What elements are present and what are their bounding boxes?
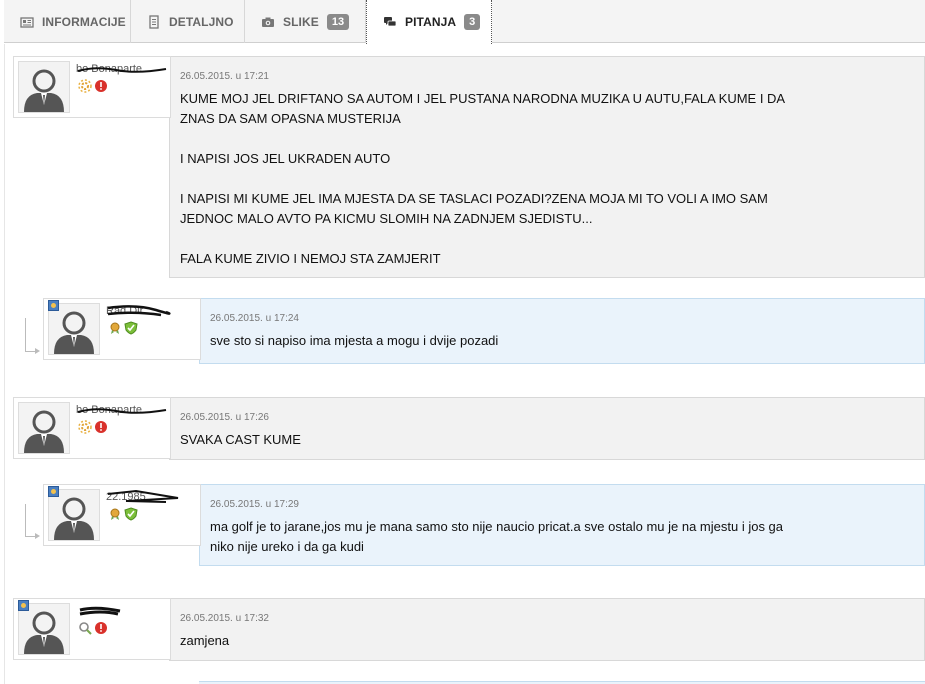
rank-icon — [18, 600, 29, 611]
redaction-scribble — [107, 305, 171, 317]
user-card — [13, 598, 171, 660]
medal-badge-icon — [110, 508, 120, 520]
avatar[interactable] — [18, 61, 70, 113]
redaction-scribble — [107, 489, 179, 503]
medal-badge-icon — [110, 322, 120, 334]
user-card: bo Bonaparte — [13, 397, 171, 459]
document-icon — [147, 14, 161, 29]
post-date: 26.05.2015. u 17:24 — [210, 313, 299, 324]
user-badges — [78, 420, 108, 434]
reply-connector — [25, 318, 36, 352]
post-date: 26.05.2015. u 17:29 — [210, 499, 299, 510]
post-bubble: 26.05.2015. u 17:24 sve sto si napiso im… — [199, 298, 925, 364]
tab-bar: INFORMACIJE DETALJNO SLIKE 13 PITANJA 3 — [4, 0, 925, 44]
verified-shield-icon — [124, 507, 138, 521]
user-badges — [78, 621, 108, 635]
user-card: 22.1985 — [43, 484, 201, 546]
warning-badge-icon — [95, 421, 107, 433]
redaction-scribble — [77, 408, 167, 414]
post-text: ma golf je to jarane,jos mu je mana samo… — [210, 519, 784, 554]
post-bubble: 26.05.2015. u 17:29 ma golf je to jarane… — [199, 484, 925, 566]
tab-informacije[interactable]: INFORMACIJE — [4, 0, 131, 43]
avatar[interactable] — [18, 402, 70, 454]
newspaper-icon — [20, 15, 34, 29]
chat-bubbles-icon — [383, 15, 397, 29]
user-card: bo Bonaparte — [13, 56, 171, 118]
question-post: 26.05.2015. u 17:26 SVAKA CAST KUME bo B… — [13, 397, 925, 460]
user-badges — [78, 79, 108, 93]
tab-label: PITANJA — [405, 15, 457, 29]
question-post: 26.05.2015. u 17:32 zamjena — [13, 598, 925, 661]
reply-post: 26.05.2015. u 17:24 sve sto si napiso im… — [43, 298, 925, 364]
post-bubble: 26.05.2015. u 17:21 KUME MOJ JEL DRIFTAN… — [169, 56, 925, 278]
post-bubble: 26.05.2015. u 17:32 zamjena — [169, 598, 925, 661]
rank-icon — [48, 486, 59, 497]
user-badges — [108, 507, 138, 521]
redaction-scribble — [77, 67, 167, 73]
post-text: sve sto si napiso ima mjesta a mogu i dv… — [210, 333, 499, 348]
user-card: Rad Dir — [43, 298, 201, 360]
warning-badge-icon — [95, 80, 107, 92]
verified-shield-icon — [124, 321, 138, 335]
tab-label: DETALJNO — [169, 14, 234, 29]
content-border — [4, 44, 5, 684]
tab-slike[interactable]: SLIKE 13 — [245, 0, 366, 43]
reply-arrow-icon — [35, 348, 40, 354]
post-text: SVAKA CAST KUME — [180, 432, 301, 447]
search-badge-icon — [79, 622, 92, 635]
reply-arrow-icon — [35, 533, 40, 539]
tab-label: INFORMACIJE — [42, 14, 126, 29]
rank-icon — [48, 300, 59, 311]
post-date: 26.05.2015. u 17:32 — [180, 613, 269, 624]
reply-post: 26.05.2015. u 17:29 ma golf je to jarane… — [43, 484, 925, 566]
camera-icon — [261, 15, 275, 29]
post-date: 26.05.2015. u 17:21 — [180, 71, 269, 82]
flower-badge-icon — [78, 79, 92, 93]
count-badge: 3 — [464, 14, 481, 30]
post-date: 26.05.2015. u 17:26 — [180, 412, 269, 423]
redaction-scribble — [79, 606, 121, 616]
tab-pitanja[interactable]: PITANJA 3 — [366, 0, 492, 44]
post-bubble: 26.05.2015. u 17:26 SVAKA CAST KUME — [169, 397, 925, 460]
question-post: 26.05.2015. u 17:21 KUME MOJ JEL DRIFTAN… — [13, 56, 925, 278]
tab-label: SLIKE — [283, 14, 319, 29]
user-badges — [108, 321, 138, 335]
tab-detaljno[interactable]: DETALJNO — [131, 0, 245, 43]
post-text: zamjena — [180, 633, 230, 648]
count-badge: 13 — [326, 13, 350, 30]
warning-badge-icon — [95, 622, 107, 634]
flower-badge-icon — [78, 420, 92, 434]
post-text: KUME MOJ JEL DRIFTANO SA AUTOM I JEL PUS… — [180, 91, 786, 266]
